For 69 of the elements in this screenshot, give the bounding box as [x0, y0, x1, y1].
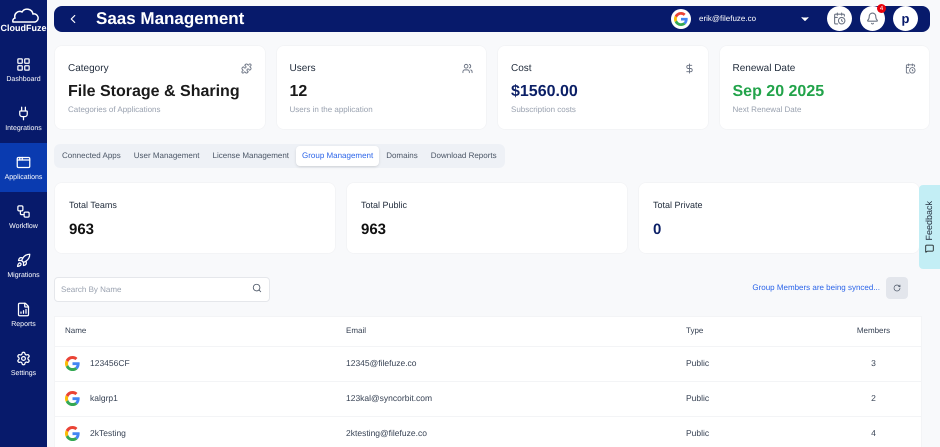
grid-icon — [16, 56, 31, 72]
card-value: Sep 20 2025 — [732, 82, 826, 102]
users-icon — [462, 62, 473, 74]
puzzle-icon — [240, 62, 252, 74]
table-cell: 123456CF — [90, 357, 130, 370]
card-caption: Users in the application — [290, 104, 374, 116]
card-title: Cost — [511, 62, 532, 76]
table-cell: 2kTesting — [90, 427, 126, 440]
settings-icon — [16, 350, 31, 366]
google-account[interactable]: erik@filefuze.co — [671, 8, 799, 29]
calendar-icon — [905, 62, 916, 74]
card-value: $1560.00 — [511, 82, 579, 102]
google-logo-icon — [674, 12, 688, 26]
total-title: Total Private — [653, 198, 704, 212]
column-header: Members — [856, 325, 890, 337]
tab[interactable]: License Management — [206, 146, 296, 166]
window-icon — [16, 154, 31, 170]
search-field[interactable]: Search By Name — [54, 276, 270, 302]
card-title: Renewal Date — [732, 62, 796, 76]
logo-text: CloudFuze — [0, 24, 46, 33]
avatar[interactable]: p — [893, 6, 918, 32]
total-value: 0 — [653, 220, 662, 240]
table-cell-text: Public — [686, 427, 710, 440]
dollar-icon — [684, 62, 694, 74]
google-logo-icon — [65, 356, 80, 371]
plug-icon — [16, 106, 31, 120]
sync-status: Group Members are being synced... — [752, 282, 880, 294]
total-value: 963 — [69, 220, 96, 240]
feedback-icon — [925, 244, 934, 254]
card-value: 12 — [290, 82, 308, 102]
table-cell: 4 — [871, 427, 876, 440]
table-cell: 3 — [871, 357, 876, 370]
table-cell-text: 123kal@syncorbit.com — [346, 392, 434, 405]
tab[interactable]: Connected Apps — [56, 146, 127, 166]
table-cell-text: Public — [686, 392, 710, 405]
google-logo-icon — [65, 391, 80, 406]
card-title: Category — [68, 62, 109, 76]
card-title: Users — [290, 62, 316, 76]
calendar-button[interactable] — [827, 6, 852, 32]
card-value: File Storage & Sharing — [68, 82, 241, 102]
column-header: Type — [686, 325, 704, 337]
total-title: Total Teams — [69, 198, 118, 212]
tab[interactable]: Group Management — [296, 146, 380, 166]
table-cell-text: 12345@filefuze.co — [346, 357, 418, 370]
card-caption: Next Renewal Date — [732, 104, 802, 116]
column-header: Name — [65, 325, 88, 337]
tab[interactable]: Domains — [380, 146, 424, 166]
bell-icon — [866, 12, 879, 26]
feedback-tab[interactable]: Feedback — [919, 185, 940, 269]
table-cell-text: 2ktesting@filefuze.co — [346, 427, 428, 440]
refresh-button[interactable] — [886, 277, 908, 299]
table-cell-text: Public — [686, 357, 710, 370]
search-icon — [252, 282, 262, 292]
card-caption: Categories of Applications — [68, 104, 162, 116]
column-header: Email — [346, 325, 368, 337]
workflow-icon — [16, 204, 31, 218]
report-icon — [16, 302, 31, 316]
total-value: 963 — [361, 220, 388, 240]
rocket-icon — [16, 252, 31, 268]
total-title: Total Public — [361, 198, 408, 212]
card-caption: Subscription costs — [511, 104, 577, 116]
refresh-icon — [893, 284, 901, 292]
tab[interactable]: Download Reports — [424, 146, 503, 166]
tab[interactable]: User Management — [128, 146, 206, 166]
google-logo-icon — [65, 426, 80, 441]
table-cell: kalgrp1 — [90, 392, 118, 405]
calendar-icon — [833, 12, 846, 26]
table-cell: 2 — [871, 392, 876, 405]
page-title: Saas Management — [96, 8, 244, 30]
